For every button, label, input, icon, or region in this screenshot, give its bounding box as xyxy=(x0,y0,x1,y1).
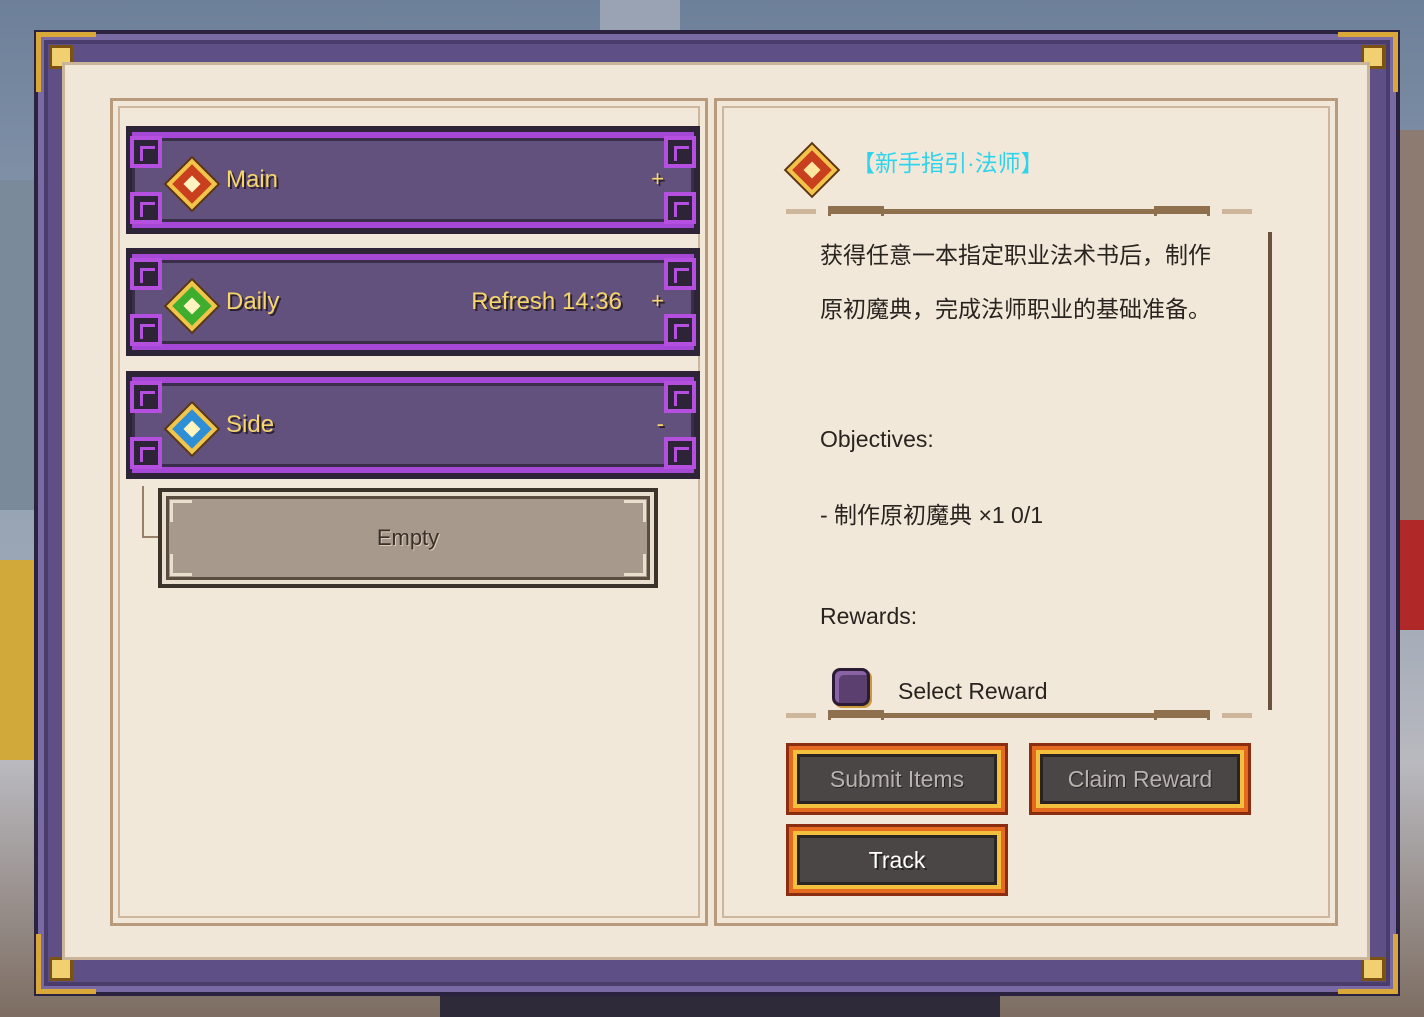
background-world xyxy=(1400,130,1424,550)
meander-ornament xyxy=(664,437,696,469)
meander-ornament xyxy=(664,192,696,224)
quest-description: 获得任意一本指定职业法术书后，制作原初魔典，完成法师职业的基础准备。 xyxy=(820,242,1211,322)
category-side-body: Side - xyxy=(130,377,696,473)
claim-reward-button[interactable]: Claim Reward xyxy=(1029,743,1251,815)
meander-ornament xyxy=(664,136,696,168)
meander-ornament xyxy=(664,258,696,290)
track-label: Track xyxy=(793,831,1001,889)
quest-entry-body: Empty xyxy=(162,492,654,584)
rewards-heading: Rewards: xyxy=(820,603,918,629)
meander-ornament xyxy=(130,192,162,224)
quest-entry-empty[interactable]: Empty xyxy=(158,488,658,588)
category-label: Side xyxy=(226,411,275,438)
category-side[interactable]: Side - xyxy=(126,371,700,479)
category-main[interactable]: Main + xyxy=(126,126,700,234)
corner-ornament xyxy=(624,500,646,522)
quest-title: 【新手指引·法师】 xyxy=(852,150,1044,176)
expand-toggle[interactable]: + xyxy=(651,288,664,314)
meander-ornament xyxy=(130,381,162,413)
quest-entry-label: Empty xyxy=(376,525,440,550)
meander-ornament xyxy=(130,136,162,168)
meander-ornament xyxy=(130,314,162,346)
blue-gem-icon xyxy=(166,403,218,455)
refresh-timer: Refresh 14:36 xyxy=(471,288,622,315)
category-daily[interactable]: Daily Refresh 14:36 + xyxy=(126,248,700,356)
red-gem-icon xyxy=(166,158,218,210)
collapse-toggle[interactable]: - xyxy=(657,411,664,437)
select-reward-link[interactable]: Select Reward xyxy=(898,678,1048,705)
corner-ornament xyxy=(624,554,646,576)
corner-ornament xyxy=(170,554,192,576)
submit-items-button[interactable]: Submit Items xyxy=(786,743,1008,815)
category-label: Daily xyxy=(226,288,280,315)
category-main-body: Main + xyxy=(130,132,696,228)
ornamental-divider xyxy=(786,710,1252,720)
claim-reward-label: Claim Reward xyxy=(1036,750,1244,808)
background-world xyxy=(1400,520,1424,630)
background-world xyxy=(600,0,680,32)
objectives-heading: Objectives: xyxy=(820,426,934,452)
meander-ornament xyxy=(130,258,162,290)
category-daily-body: Daily Refresh 14:36 + xyxy=(130,254,696,350)
track-button[interactable]: Track xyxy=(786,824,1008,896)
objective-item: - 制作原初魔典 ×1 0/1 xyxy=(820,502,1044,528)
spellbook-icon[interactable] xyxy=(832,668,870,706)
meander-ornament xyxy=(130,437,162,469)
category-label: Main xyxy=(226,166,279,193)
ornamental-divider xyxy=(786,206,1252,216)
meander-ornament xyxy=(664,314,696,346)
expand-toggle[interactable]: + xyxy=(651,166,664,192)
submit-items-label: Submit Items xyxy=(793,750,1001,808)
green-gem-icon xyxy=(166,280,218,332)
corner-ornament xyxy=(170,500,192,522)
detail-scrollbar[interactable] xyxy=(1268,232,1276,710)
meander-ornament xyxy=(664,381,696,413)
